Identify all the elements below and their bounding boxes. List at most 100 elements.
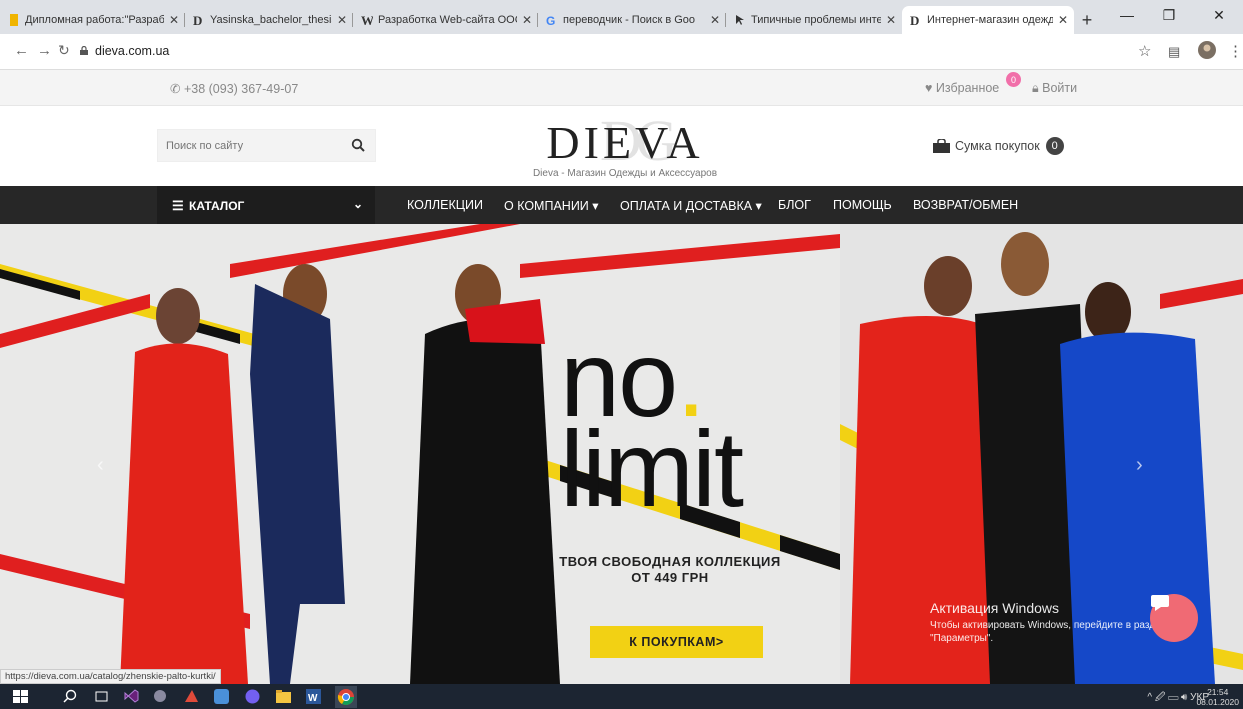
hero-headline-line2: limit <box>560 408 744 529</box>
menu-dots-icon[interactable]: ⋮ <box>1228 42 1243 60</box>
shopping-bag-link[interactable]: Сумка покупок 0 <box>933 137 1064 155</box>
reload-icon[interactable]: ↻ <box>58 42 70 59</box>
chat-widget-button[interactable] <box>1150 594 1198 642</box>
task-view-icon[interactable] <box>93 688 110 705</box>
chrome-icon[interactable] <box>335 686 357 708</box>
acrobat-icon[interactable] <box>183 688 200 705</box>
tab-close-icon[interactable]: ✕ <box>337 13 347 27</box>
svg-text:D: D <box>193 14 202 26</box>
url-field[interactable]: dieva.com.ua <box>95 44 169 58</box>
activation-text-line1: Чтобы активировать Windows, перейдите в … <box>930 620 1167 631</box>
site-top-bar: ✆ +38 (093) 367-49-07 ♥ Избранное 0 🔒︎ В… <box>0 70 1243 106</box>
login-label: Войти <box>1042 81 1078 95</box>
slider-next-icon[interactable]: › <box>1136 454 1143 477</box>
favorites-label: Избранное <box>935 81 1000 95</box>
tab-close-icon[interactable]: ✕ <box>522 13 532 27</box>
file-explorer-icon[interactable] <box>275 688 292 705</box>
windows-taskbar: W ^ 🖉︎ ▭ 🔊︎ УКР 21:54 08.01.2020 <box>0 684 1243 709</box>
browser-tab[interactable]: Типичные проблемы интер ✕ <box>726 6 902 34</box>
catalog-dropdown[interactable]: ☰ КАТАЛОГ ⌄ <box>157 186 375 224</box>
close-window-icon[interactable]: ✕ <box>1195 0 1243 30</box>
slider-prev-icon[interactable]: ‹ <box>97 454 104 477</box>
svg-text:D: D <box>910 14 919 26</box>
favorites-link[interactable]: ♥ Избранное <box>925 81 999 95</box>
visual-studio-icon[interactable] <box>123 688 140 705</box>
svg-text:G: G <box>546 14 555 26</box>
tab-title: Разработка Web-сайта ООС <box>378 14 517 26</box>
shop-now-button[interactable]: К ПОКУПКАМ> <box>590 626 763 658</box>
windows-start-icon[interactable] <box>12 688 29 705</box>
activation-text-line2: "Параметры". <box>930 633 994 644</box>
search-icon[interactable] <box>62 688 79 705</box>
nav-item-returns[interactable]: ВОЗВРАТ/ОБМЕН <box>913 198 1018 212</box>
tab-close-icon[interactable]: ✕ <box>886 13 896 27</box>
bookmark-star-icon[interactable]: ☆ <box>1138 42 1151 60</box>
profile-avatar[interactable] <box>1198 41 1216 63</box>
clock-time: 21:54 <box>1207 687 1229 697</box>
tab-title: Дипломная работа:"Разраб <box>25 14 164 26</box>
address-bar: ← → ↻ dieva.com.ua ☆ ▤ ⋮ <box>0 34 1243 70</box>
tab-close-icon[interactable]: ✕ <box>169 13 179 27</box>
tab-title: Типичные проблемы интер <box>751 14 881 26</box>
lock-icon: 🔒︎ <box>1032 81 1043 95</box>
catalog-label: КАТАЛОГ <box>189 199 245 213</box>
main-nav: ☰ КАТАЛОГ ⌄ КОЛЛЕКЦИИ О КОМПАНИИ ▾ ОПЛАТ… <box>0 186 1243 224</box>
clock-date: 08.01.2020 <box>1196 697 1239 707</box>
site-logo[interactable]: DG DIEVA Dieva - Магазин Одежды и Аксесс… <box>520 112 730 184</box>
hero-tagline: ТВОЯ СВОБОДНАЯ КОЛЛЕКЦИЯ ОТ 449 ГРН <box>520 554 820 586</box>
search-input[interactable] <box>166 130 346 161</box>
forward-icon[interactable]: → <box>37 42 52 59</box>
app-icon[interactable] <box>152 688 169 705</box>
word-icon[interactable]: W <box>305 688 322 705</box>
phone-icon: ✆ <box>170 82 184 96</box>
hero-tagline-line2: ОТ 449 ГРН <box>631 570 709 585</box>
shopping-bag-icon <box>933 139 950 153</box>
nav-item-blog[interactable]: БЛОГ <box>778 198 811 212</box>
logo-subtitle: Dieva - Магазин Одежды и Аксессуаров <box>532 168 718 179</box>
heart-icon: ♥ <box>925 81 936 95</box>
favorites-count-badge: 0 <box>1006 72 1021 87</box>
hero-banner[interactable]: no. limit ТВОЯ СВОБОДНАЯ КОЛЛЕКЦИЯ ОТ 44… <box>0 224 1243 684</box>
cursor-icon <box>734 14 746 26</box>
bag-count-badge: 0 <box>1045 137 1064 155</box>
viber-icon[interactable] <box>244 688 261 705</box>
reading-list-icon[interactable]: ▤ <box>1168 44 1180 60</box>
nav-item-collections[interactable]: КОЛЛЕКЦИИ <box>407 198 483 212</box>
bag-label: Сумка покупок <box>955 139 1040 153</box>
nav-item-help[interactable]: ПОМОЩЬ <box>833 198 892 212</box>
back-icon[interactable]: ← <box>14 42 29 59</box>
restore-icon[interactable]: ❐ <box>1148 0 1190 30</box>
chat-icon <box>1151 595 1169 611</box>
phone-number[interactable]: ✆ +38 (093) 367-49-07 <box>170 81 298 96</box>
browser-tab[interactable]: G переводчик - Поиск в Goo ✕ <box>538 6 726 34</box>
windows-activation-watermark: Активация Windows Чтобы активировать Win… <box>930 600 1166 645</box>
logo-wordmark: DIEVA <box>546 117 704 168</box>
document-icon <box>8 14 20 26</box>
minimize-icon[interactable]: — <box>1106 0 1148 30</box>
chevron-down-icon: ⌄ <box>352 197 363 211</box>
search-icon[interactable] <box>351 138 365 152</box>
new-tab-button[interactable]: + <box>1074 6 1100 34</box>
browser-tab[interactable]: D Yasinska_bachelor_thesis.pdf ✕ <box>185 6 353 34</box>
browser-tab[interactable]: W Разработка Web-сайта ООС ✕ <box>353 6 538 34</box>
login-link[interactable]: 🔒︎ Войти <box>1032 81 1077 96</box>
taskbar-clock[interactable]: 21:54 08.01.2020 <box>1196 687 1239 707</box>
hero-headline: no. limit <box>560 325 744 523</box>
tab-close-icon[interactable]: ✕ <box>710 13 720 27</box>
lock-icon <box>80 46 88 55</box>
nav-item-about[interactable]: О КОМПАНИИ ▾ <box>504 198 599 213</box>
svg-text:W: W <box>361 14 373 26</box>
activation-title: Активация Windows <box>930 600 1060 616</box>
tab-title: Интернет-магазин одежды <box>927 14 1053 26</box>
nav-item-payment-delivery[interactable]: ОПЛАТА И ДОСТАВКА ▾ <box>620 198 762 213</box>
browser-tab-active[interactable]: D Интернет-магазин одежды ✕ <box>902 6 1074 34</box>
w-icon: W <box>361 14 373 26</box>
tab-close-icon[interactable]: ✕ <box>1058 13 1068 27</box>
d-logo-icon: D <box>910 14 922 26</box>
browser-tab-strip: Дипломная работа:"Разраб ✕ D Yasinska_ba… <box>0 0 1243 34</box>
app-icon[interactable] <box>213 688 230 705</box>
hero-tagline-line1: ТВОЯ СВОБОДНАЯ КОЛЛЕКЦИЯ <box>559 554 781 569</box>
tab-title: Yasinska_bachelor_thesis.pdf <box>210 14 332 26</box>
search-box <box>157 129 376 162</box>
browser-tab[interactable]: Дипломная работа:"Разраб ✕ <box>0 6 185 34</box>
